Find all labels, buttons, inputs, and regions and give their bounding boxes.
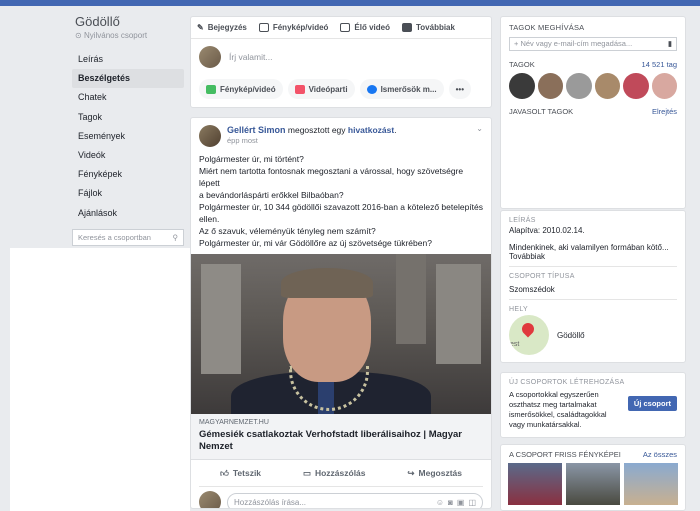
tag-friends-button[interactable]: Ismerősök m...: [359, 79, 444, 99]
nav-item-photos[interactable]: Fényképek: [72, 165, 184, 184]
blank-area: [10, 248, 190, 511]
tab-post[interactable]: ✎ Bejegyzés: [197, 23, 247, 32]
composer: ✎ Bejegyzés Fénykép/videó Élő videó Továb…: [190, 16, 492, 108]
more-options-button[interactable]: •••: [448, 79, 471, 99]
photo-thumbnail[interactable]: [508, 463, 562, 505]
avatar: [199, 491, 221, 508]
photo-thumbnail[interactable]: [566, 463, 620, 505]
nav-item-recommendations[interactable]: Ajánlások: [72, 204, 184, 223]
member-avatar[interactable]: [651, 73, 677, 99]
post: Gellért Simon megosztott egy hivatkozást…: [190, 117, 492, 509]
comment-icon: ▭: [302, 467, 311, 478]
friends-icon: [366, 84, 377, 94]
comment-input[interactable]: Hozzászólás írása... ☺ ◙ ▣ ◫: [227, 492, 483, 508]
photo-icon: [206, 84, 216, 94]
post-action-text: megosztott egy: [287, 125, 346, 135]
gif-icon[interactable]: ▣: [457, 498, 465, 507]
see-more-link[interactable]: Továbbiak: [501, 252, 685, 261]
members-label: TAGOK: [509, 60, 535, 69]
group-description: Mindenkinek, aki valamilyen formában köt…: [509, 243, 669, 252]
nav-item-chats[interactable]: Chatek: [72, 88, 184, 107]
avatar: [199, 46, 221, 68]
nav-item-about[interactable]: Leírás: [72, 50, 184, 69]
photo-icon: [258, 23, 269, 32]
tab-photo-video[interactable]: Fénykép/videó: [258, 23, 328, 32]
about-card: LEÍRÁS Alapítva: 2010.02.14. Mindenkinek…: [500, 210, 686, 363]
group-search-input[interactable]: Keresés a csoportban ⚲: [72, 229, 184, 246]
link-title[interactable]: Gémesiék csatlakoztak Verhofstadt liberá…: [199, 429, 483, 453]
member-avatar[interactable]: [623, 73, 649, 99]
address-book-icon[interactable]: ▮: [668, 39, 672, 49]
create-group-text: A csoportokkal egyszerűen oszthatsz meg …: [509, 390, 607, 429]
photo-thumbnail[interactable]: [624, 463, 678, 505]
link-image[interactable]: [191, 254, 491, 414]
photo-video-button[interactable]: Fénykép/videó: [199, 79, 283, 99]
map-pin-icon: [519, 320, 537, 338]
group-privacy: ⊙ Nyilvános csoport: [75, 31, 148, 40]
map-thumbnail[interactable]: est: [509, 315, 549, 355]
share-button[interactable]: ↪ Megosztás: [407, 468, 462, 479]
invite-members-card: TAGOK MEGHÍVÁSA + Név vagy e-mail-cím me…: [500, 16, 686, 209]
place-label: HELY: [509, 306, 528, 313]
watch-party-button[interactable]: Videóparti: [287, 79, 355, 99]
group-name[interactable]: Gödöllő: [75, 14, 120, 29]
tab-more[interactable]: Továbbiak: [401, 23, 455, 32]
nav-item-discussion[interactable]: Beszélgetés: [72, 69, 184, 89]
pencil-icon: ✎: [197, 23, 204, 32]
invite-title: TAGOK MEGHÍVÁSA: [509, 23, 585, 32]
nav-item-members[interactable]: Tagok: [72, 108, 184, 127]
recent-photos-card: A CSOPORT FRISS FÉNYKÉPEI Az összes: [500, 444, 686, 511]
see-all-link[interactable]: Az összes: [643, 450, 677, 459]
shared-link[interactable]: hivatkozást: [348, 125, 394, 135]
camera-icon[interactable]: ◙: [448, 498, 453, 507]
share-icon: ↪: [407, 467, 415, 478]
globe-icon: ⊙: [75, 31, 84, 40]
emoji-icon[interactable]: ☺: [436, 498, 444, 507]
member-avatar[interactable]: [566, 73, 592, 99]
chevron-down-icon[interactable]: ⌄: [476, 124, 483, 133]
comment-button[interactable]: ▭ Hozzászólás: [303, 468, 366, 479]
group-type-label: CSOPORT TÍPUSA: [509, 273, 575, 280]
video-camera-icon: [340, 23, 351, 32]
post-time[interactable]: épp most: [227, 136, 397, 145]
sticker-icon[interactable]: ◫: [468, 498, 476, 507]
nav-item-files[interactable]: Fájlok: [72, 184, 184, 203]
composer-input[interactable]: Írj valamit...: [229, 52, 272, 62]
member-avatar[interactable]: [509, 73, 535, 99]
recent-photos-label: A CSOPORT FRISS FÉNYKÉPEI: [509, 450, 621, 459]
create-group-card: ÚJ CSOPORTOK LÉTREHOZÁSA A csoportokkal …: [500, 372, 686, 438]
founded-date: Alapítva: 2010.02.14.: [509, 226, 585, 235]
popcorn-icon: [294, 84, 305, 94]
group-type: Szomszédok: [509, 285, 555, 294]
nav-item-events[interactable]: Események: [72, 127, 184, 146]
new-group-button[interactable]: Új csoport: [627, 396, 677, 411]
avatar[interactable]: [199, 125, 221, 147]
list-icon: [401, 23, 412, 32]
link-preview[interactable]: MAGYARNEMZET.HU Gémesiék csatlakoztak Ve…: [191, 414, 491, 460]
group-nav: Leírás Beszélgetés Chatek Tagok Eseménye…: [72, 50, 184, 223]
thumbs-up-icon: 👍︎: [219, 467, 229, 478]
search-icon[interactable]: ⚲: [173, 233, 179, 242]
member-avatar[interactable]: [594, 73, 620, 99]
tab-live-video[interactable]: Élő videó: [340, 23, 390, 32]
suggested-members-label: JAVASOLT TAGOK: [509, 107, 574, 116]
place-link[interactable]: Gödöllő: [557, 331, 585, 340]
hide-link[interactable]: Elrejtés: [652, 107, 677, 116]
post-author[interactable]: Gellért Simon: [227, 125, 286, 135]
members-count[interactable]: 14 521 tag: [642, 60, 677, 69]
about-label: LEÍRÁS: [509, 217, 536, 224]
post-text: Polgármester úr, mi történt? Miért nem t…: [199, 154, 483, 248]
create-group-label: ÚJ CSOPORTOK LÉTREHOZÁSA: [509, 379, 625, 386]
invite-input[interactable]: + Név vagy e-mail-cím megadása... ▮: [509, 37, 677, 51]
nav-item-videos[interactable]: Videók: [72, 146, 184, 165]
member-avatar[interactable]: [537, 73, 563, 99]
link-domain: MAGYARNEMZET.HU: [199, 419, 269, 426]
like-button[interactable]: 👍︎ Tetszik: [220, 468, 261, 479]
